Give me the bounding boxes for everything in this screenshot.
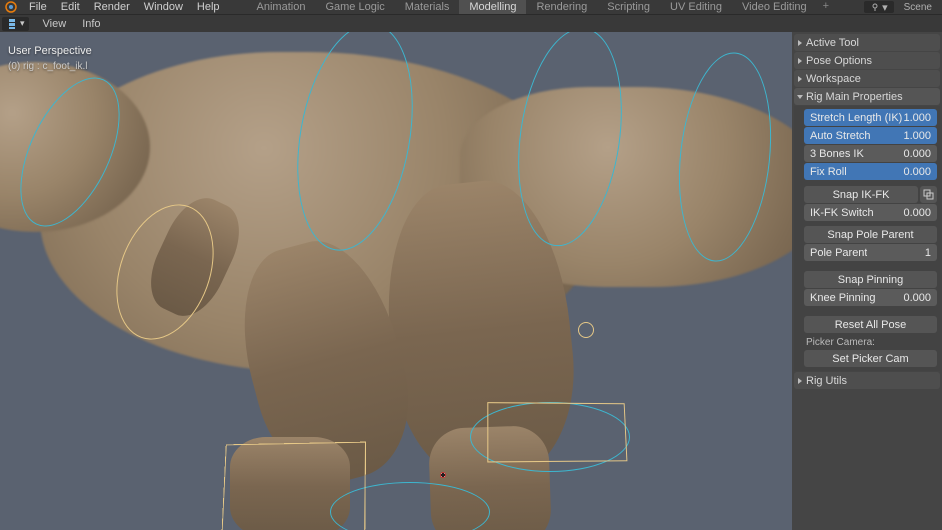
slider-value: 1.000 xyxy=(903,112,931,124)
mode-dropdown[interactable]: ▾ xyxy=(2,17,29,31)
tab-game-logic[interactable]: Game Logic xyxy=(315,0,394,14)
panel-rig-main-body: Stretch Length (IK) 1.000 Auto Stretch 1… xyxy=(794,106,940,371)
disclosure-triangle-icon xyxy=(798,58,802,64)
panel-rig-main-properties[interactable]: Rig Main Properties xyxy=(794,88,940,105)
main-menu-group: File Edit Render Window Help xyxy=(22,0,227,14)
button-label: Snap IK-FK xyxy=(833,189,890,201)
panel-header-label: Pose Options xyxy=(806,55,872,67)
chevron-down-icon: ▾ xyxy=(20,18,25,29)
slider-value: 0.000 xyxy=(903,207,931,219)
slider-value: 1.000 xyxy=(903,130,931,142)
panel-header-label: Rig Utils xyxy=(806,375,847,387)
pole-parent-slider[interactable]: Pole Parent 1 xyxy=(804,244,937,261)
tab-modelling[interactable]: Modelling xyxy=(459,0,526,14)
snap-ikfk-button[interactable]: Snap IK-FK xyxy=(804,186,918,203)
3d-cursor-icon xyxy=(435,467,451,483)
slider-label: Stretch Length (IK) xyxy=(810,112,902,124)
viewport-menu-view[interactable]: View xyxy=(35,18,75,30)
scene-browse-dropdown[interactable]: ▾ xyxy=(864,1,894,13)
three-bones-ik-slider[interactable]: 3 Bones IK 0.000 xyxy=(804,145,937,162)
copy-icon xyxy=(923,189,934,200)
button-label: Set Picker Cam xyxy=(832,353,908,365)
tab-materials[interactable]: Materials xyxy=(395,0,460,14)
reset-all-pose-button[interactable]: Reset All Pose xyxy=(804,316,937,333)
tab-scripting[interactable]: Scripting xyxy=(597,0,660,14)
panel-rig-utils[interactable]: Rig Utils xyxy=(794,372,940,389)
set-picker-cam-button[interactable]: Set Picker Cam xyxy=(804,350,937,367)
panel-pose-options[interactable]: Pose Options xyxy=(794,52,940,69)
panel-header-label: Active Tool xyxy=(806,37,859,49)
button-label: Snap Pole Parent xyxy=(827,229,913,241)
slider-label: 3 Bones IK xyxy=(810,148,864,160)
viewport-overlay-info: User Perspective (0) rig : c_foot_ik.l xyxy=(8,44,92,74)
top-right-group: ▾ Scene xyxy=(864,0,932,14)
panel-active-tool[interactable]: Active Tool xyxy=(794,34,940,51)
add-workspace-button[interactable]: + xyxy=(817,0,835,14)
menu-file[interactable]: File xyxy=(22,0,54,14)
workspace-tabs: Animation Game Logic Materials Modelling… xyxy=(247,0,836,14)
slider-label: IK-FK Switch xyxy=(810,207,874,219)
menu-render[interactable]: Render xyxy=(87,0,137,14)
tab-rendering[interactable]: Rendering xyxy=(526,0,597,14)
picker-camera-label: Picker Camera: xyxy=(804,334,937,349)
slider-value: 0.000 xyxy=(903,148,931,160)
tab-animation[interactable]: Animation xyxy=(247,0,316,14)
side-panel: Active Tool Pose Options Workspace Rig M… xyxy=(792,32,942,530)
snap-ikfk-copy-button[interactable] xyxy=(920,186,937,203)
panel-workspace[interactable]: Workspace xyxy=(794,70,940,87)
slider-label: Auto Stretch xyxy=(810,130,871,142)
panel-header-label: Rig Main Properties xyxy=(806,91,903,103)
tab-uv-editing[interactable]: UV Editing xyxy=(660,0,732,14)
scene-name-field[interactable]: Scene xyxy=(904,2,932,13)
slider-value: 1 xyxy=(925,247,931,259)
viewport-header: ▾ View Info xyxy=(0,14,942,32)
slider-label: Knee Pinning xyxy=(810,292,875,304)
menu-help[interactable]: Help xyxy=(190,0,227,14)
stretch-length-slider[interactable]: Stretch Length (IK) 1.000 xyxy=(804,109,937,126)
disclosure-triangle-icon xyxy=(798,40,802,46)
disclosure-triangle-icon xyxy=(798,76,802,82)
knee-pinning-slider[interactable]: Knee Pinning 0.000 xyxy=(804,289,937,306)
main-area: User Perspective (0) rig : c_foot_ik.l A… xyxy=(0,32,942,530)
menu-window[interactable]: Window xyxy=(137,0,190,14)
viewport-overlay-selection: (0) rig : c_foot_ik.l xyxy=(8,59,92,74)
chevron-down-icon: ▾ xyxy=(882,1,888,14)
fix-roll-slider[interactable]: Fix Roll 0.000 xyxy=(804,163,937,180)
disclosure-triangle-icon xyxy=(798,378,802,384)
ikfk-switch-slider[interactable]: IK-FK Switch 0.000 xyxy=(804,204,937,221)
viewport-overlay-perspective: User Perspective xyxy=(8,44,92,59)
slider-label: Pole Parent xyxy=(810,247,867,259)
mode-pose-icon xyxy=(6,18,18,30)
button-label: Reset All Pose xyxy=(835,319,907,331)
menu-edit[interactable]: Edit xyxy=(54,0,87,14)
snap-pinning-button[interactable]: Snap Pinning xyxy=(804,271,937,288)
snap-pole-parent-button[interactable]: Snap Pole Parent xyxy=(804,226,937,243)
slider-label: Fix Roll xyxy=(810,166,847,178)
tab-video-editing[interactable]: Video Editing xyxy=(732,0,817,14)
auto-stretch-slider[interactable]: Auto Stretch 1.000 xyxy=(804,127,937,144)
slider-value: 0.000 xyxy=(903,166,931,178)
disclosure-triangle-icon xyxy=(797,95,803,99)
3d-viewport[interactable]: User Perspective (0) rig : c_foot_ik.l xyxy=(0,32,792,530)
app-icon[interactable] xyxy=(4,0,18,14)
top-menubar: File Edit Render Window Help Animation G… xyxy=(0,0,942,14)
button-label: Snap Pinning xyxy=(838,274,903,286)
viewport-menu-info[interactable]: Info xyxy=(74,18,108,30)
viewport-scene-placeholder xyxy=(0,32,792,530)
scene-pin-icon xyxy=(870,2,880,12)
panel-header-label: Workspace xyxy=(806,73,861,85)
slider-value: 0.000 xyxy=(903,292,931,304)
